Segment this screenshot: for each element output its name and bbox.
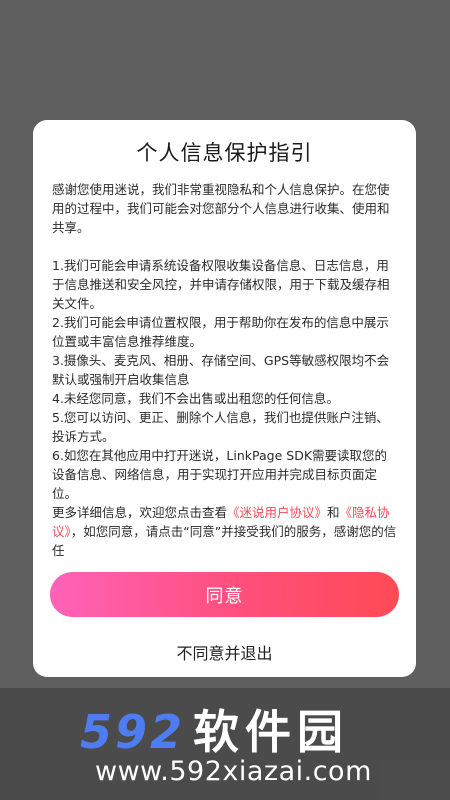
dialog-title: 个人信息保护指引 <box>136 141 313 165</box>
decline-and-exit-button[interactable]: 不同意并退出 <box>33 640 416 664</box>
intro-text: 感谢您使用迷说，我们非常重视隐私和个人信息保护。在您使用的过程中，我们可能会对您… <box>52 182 390 235</box>
privacy-dialog: 个人信息保护指引 感谢您使用迷说，我们非常重视隐私和个人信息保护。在您使用的过程… <box>33 120 416 677</box>
policy-item-4: 4.未经您同意，我们不会出售或出租您的任何信息。 <box>52 391 339 406</box>
more-info-suffix: ，如您同意，请点击“同意”并接受我们的服务，感谢您的信任 <box>52 524 397 558</box>
more-info-prefix: 更多详细信息，欢迎您点击查看 <box>52 505 228 520</box>
more-info-and: 和 <box>327 505 340 520</box>
dialog-body: 感谢您使用迷说，我们非常重视隐私和个人信息保护。在您使用的过程中，我们可能会对您… <box>52 180 398 630</box>
watermark-logo-number: 592 <box>80 705 186 759</box>
policy-item-3: 3.摄像头、麦克风、相册、存储空间、GPS等敏感权限均不会默认或强制开启收集信息 <box>52 353 390 387</box>
policy-item-5: 5.您可以访问、更正、删除个人信息，我们也提供账户注销、投诉方式。 <box>52 410 389 444</box>
watermark-url: www.592xiazai.com <box>95 756 372 787</box>
more-info-text: 更多详细信息，欢迎您点击查看《迷说用户协议》和《隐私协议》，如您同意，请点击“同… <box>52 503 398 560</box>
site-watermark: 592 软件园 www.592xiazai.com <box>0 688 450 800</box>
user-agreement-link[interactable]: 《迷说用户协议》 <box>227 505 327 520</box>
watermark-logo-text: 软件园 <box>193 705 350 759</box>
agree-button[interactable]: 同意 <box>50 572 399 617</box>
policy-item-6: 6.如您在其他应用中打开迷说，LinkPage SDK需要读取您的设备信息、网络… <box>52 448 388 501</box>
policy-item-2: 2.我们可能会申请位置权限，用于帮助你在发布的信息中展示位置或丰富信息推荐维度。 <box>52 315 389 349</box>
watermark-logo: 592 软件园 <box>80 696 349 762</box>
policy-item-1: 1.我们可能会申请系统设备权限收集设备信息、日志信息，用于信息推送和安全风控，并… <box>52 258 390 311</box>
